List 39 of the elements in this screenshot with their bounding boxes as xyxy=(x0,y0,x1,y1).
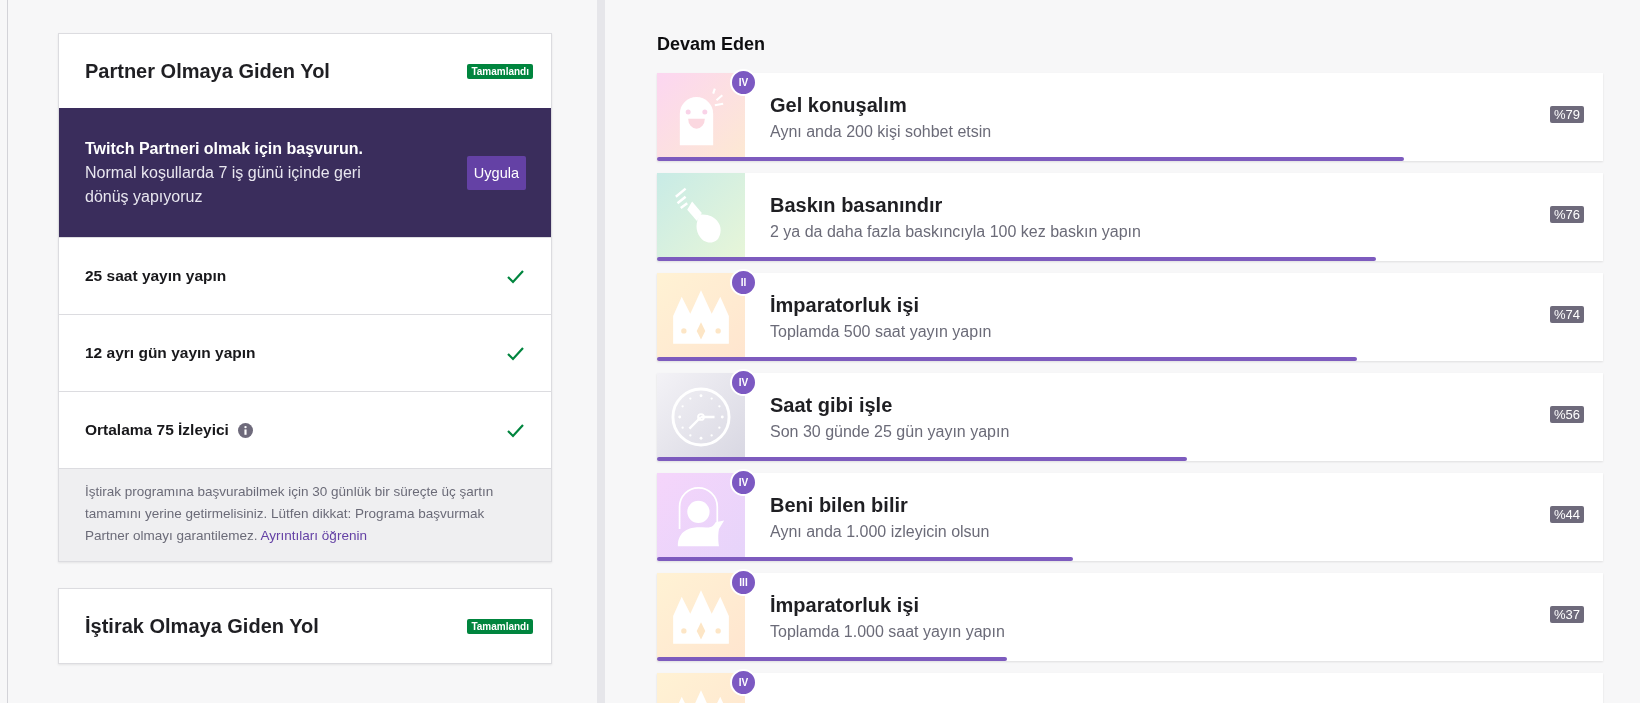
achievement-description: Aynı anda 200 kişi sohbet etsin xyxy=(770,122,993,141)
ghost-icon xyxy=(677,87,725,147)
achievement-description: Aynı anda 1.000 izleyicin olsun xyxy=(770,522,991,541)
tier-badge: II xyxy=(730,269,757,296)
achievement-title: Gel konuşalım xyxy=(770,93,908,117)
apply-text: Twitch Partneri olmak için başvurun. Normal koşullarda 7 iş günü içinde geri dönüş yapıyoruz xyxy=(85,138,364,207)
note-text: İştirak programına başvurabilmek için 30 günlük bir süreçte üç şartın tamamını yerine getirmelisiniz. Lütfen dikkat: Programa başvurmak Partner olmayı garantilemez. Ayrıntıları öğrenin xyxy=(85,483,495,545)
tier-badge: IV xyxy=(730,369,757,396)
card-title: İştirak Olmaya Giden Yol xyxy=(85,614,319,638)
tier-badge: IV xyxy=(730,69,757,96)
clock-icon xyxy=(671,387,731,447)
section-heading: Devam Eden xyxy=(657,34,767,55)
percent-badge: %79 xyxy=(1549,106,1584,123)
percent-badge: %56 xyxy=(1549,406,1584,423)
achievement-description: 2 ya da daha fazla baskıncıyla 100 kez baskın yapın xyxy=(770,222,1142,241)
requirement-label: 12 ayrı gün yayın yapın xyxy=(85,344,256,362)
tier-badge: IV xyxy=(730,669,757,696)
percent-badge: %76 xyxy=(1549,206,1584,223)
percent-badge: %74 xyxy=(1549,306,1584,323)
achievement-description: Toplamda 500 saat yayın yapın xyxy=(770,322,993,341)
percent-badge: %44 xyxy=(1549,506,1584,523)
achievement-description: Toplamda 1.000 saat yayın yapın xyxy=(770,622,1006,641)
tier-badge: IV xyxy=(730,469,757,496)
achievement-title: İmparatorluk işi xyxy=(770,593,920,617)
learn-more-link[interactable]: Ayrıntıları öğrenin xyxy=(260,528,367,543)
achievement-description: Son 30 günde 25 gün yayın yapın xyxy=(770,422,1011,441)
apply-button[interactable]: Uygula xyxy=(466,155,526,190)
card-title: Partner Olmaya Giden Yol xyxy=(85,59,330,83)
achievement-title: Beni bilen bilir xyxy=(770,493,909,517)
requirement-label: Ortalama 75 İzleyici xyxy=(85,421,229,439)
achievement-title: Baskın basanındır xyxy=(770,193,944,217)
achievement-title: Saat gibi işle xyxy=(770,393,894,417)
status-badge: Tamamlandı xyxy=(467,63,533,79)
status-badge: Tamamlandı xyxy=(467,618,533,634)
percent-badge: %37 xyxy=(1549,606,1584,623)
requirement-label: 25 saat yayın yapın xyxy=(85,267,227,285)
tier-badge: III xyxy=(730,569,757,596)
person-icon xyxy=(677,487,725,547)
achievement-title: İmparatorluk işi xyxy=(770,293,920,317)
